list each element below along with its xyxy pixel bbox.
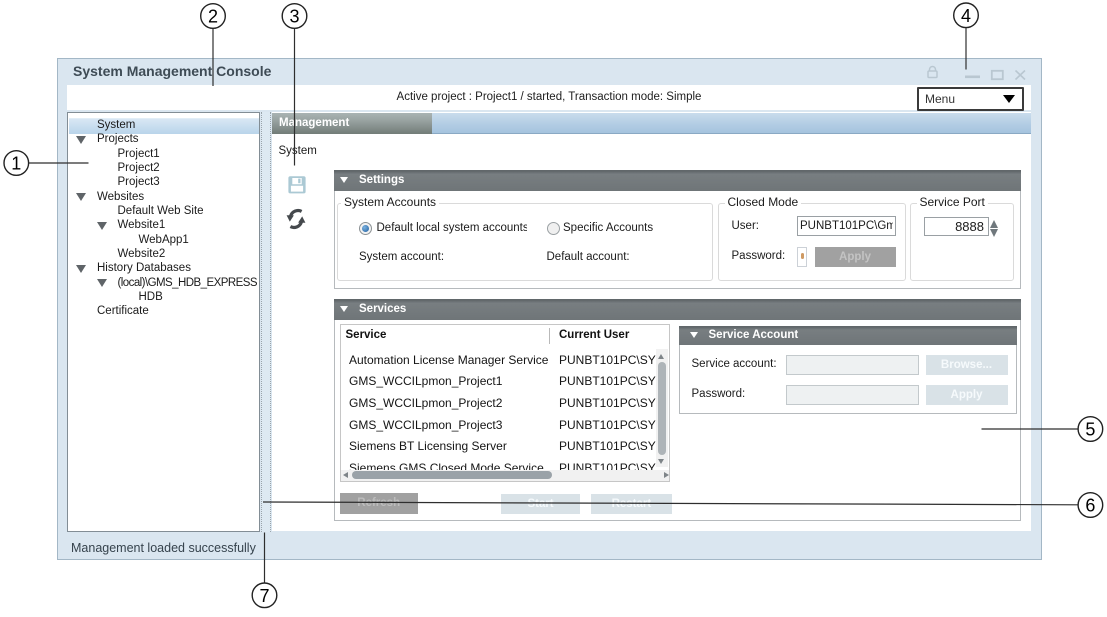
svg-text:2: 2 (208, 7, 218, 27)
svg-text:7: 7 (259, 586, 269, 606)
svg-text:5: 5 (1085, 420, 1095, 440)
svg-text:1: 1 (11, 154, 21, 174)
svg-text:3: 3 (289, 7, 299, 27)
svg-text:6: 6 (1085, 496, 1095, 516)
svg-text:4: 4 (961, 6, 971, 26)
